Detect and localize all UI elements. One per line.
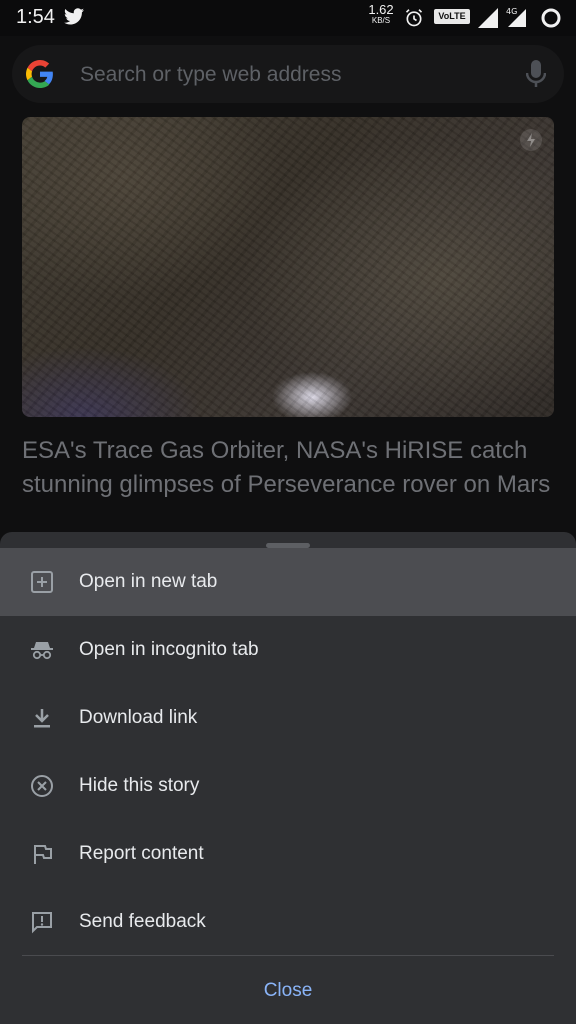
menu-item-label: Open in incognito tab — [79, 639, 259, 660]
battery-saver-icon — [540, 7, 562, 34]
close-button[interactable]: Close — [0, 958, 576, 1024]
signal-icon — [478, 8, 498, 33]
feedback-icon — [30, 910, 54, 934]
google-icon — [26, 60, 54, 93]
network-speed: 1.62 KB/S — [364, 2, 398, 26]
status-bar: 1:54 1.62 KB/S VoLTE 4G — [0, 0, 576, 36]
menu-item-open-new-tab[interactable]: Open in new tab — [0, 548, 576, 616]
volte-badge: VoLTE — [434, 9, 470, 24]
incognito-icon — [30, 638, 54, 662]
alarm-icon — [404, 8, 424, 33]
speed-value: 1.62 — [368, 2, 394, 17]
menu-item-send-feedback[interactable]: Send feedback — [0, 888, 576, 956]
download-icon — [30, 706, 54, 730]
menu-item-label: Download link — [79, 707, 198, 728]
menu-item-report-content[interactable]: Report content — [0, 820, 576, 888]
twitter-icon — [64, 8, 84, 30]
signal-4g-icon: 4G — [504, 5, 528, 34]
amp-lightning-icon — [520, 129, 542, 151]
menu-item-label: Hide this story — [79, 775, 200, 796]
menu-item-hide-story[interactable]: Hide this story — [0, 752, 576, 820]
article-title[interactable]: ESA's Trace Gas Orbiter, NASA's HiRISE c… — [22, 434, 552, 502]
image-texture — [22, 117, 554, 417]
microphone-icon[interactable] — [525, 59, 547, 94]
menu-item-label: Send feedback — [79, 911, 206, 932]
hide-icon — [30, 774, 54, 798]
context-menu-sheet: Open in new tab Open in incognito tab Do… — [0, 532, 576, 1024]
menu-item-open-incognito-tab[interactable]: Open in incognito tab — [0, 616, 576, 684]
status-time: 1:54 — [16, 6, 55, 28]
add-tab-icon — [30, 570, 54, 594]
omnibox[interactable] — [12, 45, 564, 105]
network-type-label: 4G — [506, 7, 517, 16]
search-input[interactable] — [78, 45, 482, 105]
menu-item-label: Report content — [79, 843, 204, 864]
menu-item-label: Open in new tab — [79, 571, 218, 592]
menu-item-download-link[interactable]: Download link — [0, 684, 576, 752]
flag-icon — [30, 842, 54, 866]
divider — [22, 955, 554, 956]
article-image[interactable] — [22, 117, 554, 417]
